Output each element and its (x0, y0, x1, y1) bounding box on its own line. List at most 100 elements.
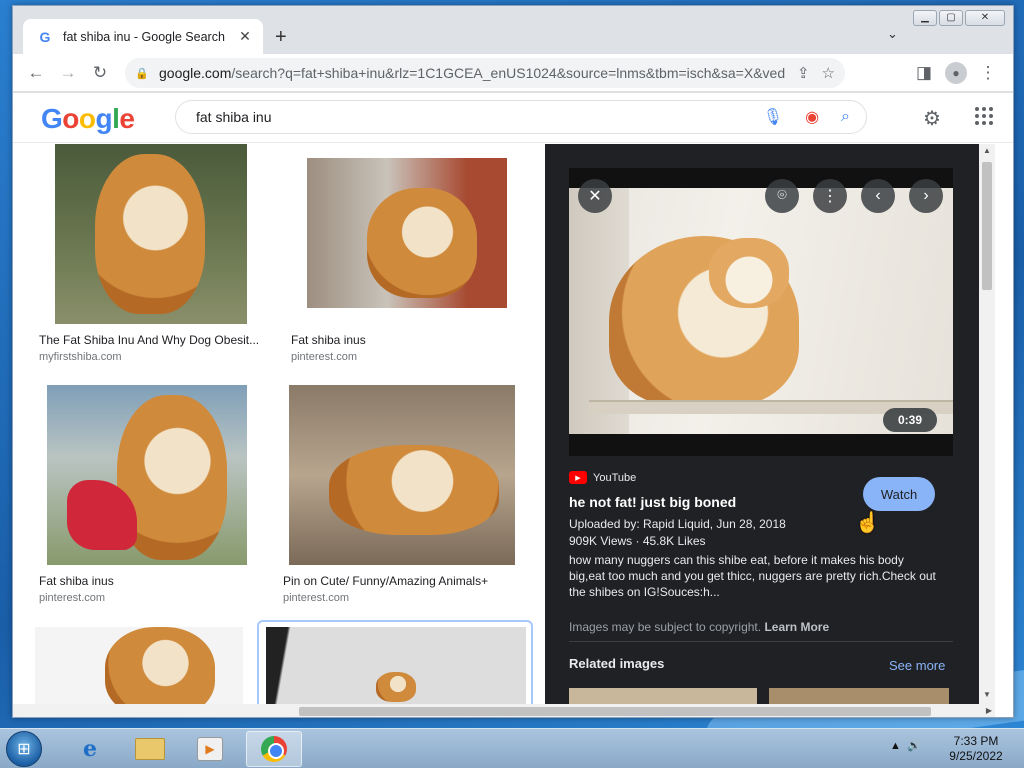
url-path: /search?q=fat+shiba+inu&rlz=1C1GCEA_enUS… (231, 65, 785, 81)
google-header: Google fat shiba inu 🎙 ◉ ⌕ ⚙ (13, 93, 1013, 143)
logo-letter: G (41, 103, 63, 134)
chrome-logo (261, 736, 287, 762)
image-result-card[interactable]: Fat shiba inus pinterest.com (35, 385, 271, 615)
preview-title[interactable]: he not fat! just big boned (569, 494, 736, 510)
search-query[interactable]: fat shiba inu (196, 109, 741, 125)
video-preview[interactable]: ✕ ⌾ ⋮ ‹ › 0:39 (569, 168, 953, 456)
more-options-icon[interactable]: ⋮ (813, 179, 847, 213)
result-title: The Fat Shiba Inu And Why Dog Obesit... (39, 333, 260, 347)
chrome-taskbar-icon[interactable] (246, 731, 302, 767)
gear-icon[interactable]: ⚙ (923, 106, 941, 131)
previous-chevron-icon[interactable]: ‹ (861, 179, 895, 213)
url-text: google.com/search?q=fat+shiba+inu&rlz=1C… (159, 65, 785, 81)
dog-shape (105, 627, 215, 704)
url-host: google.com (159, 65, 232, 81)
next-chevron-icon[interactable]: › (909, 179, 943, 213)
folder-shape (135, 738, 165, 760)
related-images-heading: Related images (569, 656, 665, 671)
browser-tab[interactable]: G fat shiba inu - Google Search ✕ (23, 19, 263, 54)
google-g-icon: G (39, 28, 51, 45)
scroll-down-arrow-icon[interactable]: ▼ (979, 690, 995, 699)
microphone-icon[interactable]: 🎙 (763, 107, 783, 127)
show-hidden-icons-icon[interactable]: ▲ (890, 740, 901, 752)
close-icon[interactable]: ✕ (578, 179, 612, 213)
reload-icon[interactable]: ↻ (87, 60, 113, 86)
taskbar-clock[interactable]: 7:33 PM 9/25/2022 (936, 734, 1016, 764)
dog-head-shape (709, 238, 789, 308)
video-duration: 0:39 (883, 408, 937, 432)
apps-grid-icon[interactable] (975, 107, 993, 125)
search-page: Google fat shiba inu 🎙 ◉ ⌕ ⚙ The Fat Shi… (13, 93, 1013, 717)
share-icon[interactable]: ⇪ (797, 64, 810, 82)
tab-strip: G fat shiba inu - Google Search ✕ + ⌄ ▁ … (13, 6, 1013, 54)
youtube-play-icon: ▶ (569, 471, 587, 484)
result-source: pinterest.com (283, 592, 350, 604)
search-icon[interactable]: ⌕ (841, 108, 850, 126)
image-result-card[interactable]: The Fat Shiba Inu And Why Dog Obesit... … (35, 144, 271, 374)
hand-cursor-icon: ☝ (855, 512, 880, 534)
browser-window: G fat shiba inu - Google Search ✕ + ⌄ ▁ … (12, 5, 1014, 718)
lens-camera-icon[interactable]: ◉ (805, 107, 819, 127)
address-bar[interactable]: 🔒 google.com/search?q=fat+shiba+inu&rlz=… (125, 58, 845, 88)
minimize-button[interactable]: ▁ (913, 10, 937, 26)
back-arrow-icon[interactable]: ← (23, 60, 49, 86)
media-player-icon[interactable]: ▶ (182, 731, 238, 767)
related-thumbnail[interactable] (769, 688, 949, 704)
scroll-up-arrow-icon[interactable]: ▲ (979, 146, 995, 155)
lens-search-icon[interactable]: ⌾ (765, 179, 799, 213)
dog-shape (367, 188, 477, 298)
result-title: Pin on Cute/ Funny/Amazing Animals+ (283, 574, 489, 588)
file-explorer-icon[interactable] (122, 731, 178, 767)
image-result-card[interactable] (35, 627, 271, 704)
image-result-card[interactable]: Fat shiba inus pinterest.com (287, 144, 527, 374)
logo-letter: g (95, 103, 113, 134)
close-window-button[interactable]: ✕ (965, 10, 1005, 26)
horizontal-scrollbar[interactable]: ▶ (13, 704, 997, 717)
browser-toolbar: ← → ↻ 🔒 google.com/search?q=fat+shiba+in… (13, 54, 1013, 92)
bookmark-star-icon[interactable]: ☆ (822, 64, 835, 82)
search-box[interactable]: fat shiba inu 🎙 ◉ ⌕ (175, 100, 867, 134)
copyright-text: Images may be subject to copyright. (569, 620, 762, 634)
see-more-link[interactable]: See more (889, 658, 945, 673)
dog-shape (329, 445, 499, 535)
result-thumbnail (47, 385, 247, 565)
result-thumbnail (289, 385, 515, 565)
maximize-button[interactable]: ▢ (939, 10, 963, 26)
upload-info: Uploaded by: Rapid Liquid, Jun 28, 2018 (569, 517, 786, 531)
view-stats: 909K Views · 45.8K Likes (569, 534, 706, 548)
vertical-scrollbar[interactable]: ▲ ▼ (979, 144, 995, 704)
logo-letter: o (62, 103, 79, 134)
image-result-card-selected[interactable] (257, 620, 533, 704)
result-source: pinterest.com (39, 592, 106, 604)
result-thumbnail (35, 627, 243, 704)
image-results-grid: The Fat Shiba Inu And Why Dog Obesit... … (13, 144, 545, 704)
horizontal-scroll-thumb[interactable] (299, 707, 931, 716)
side-panel-icon[interactable]: ◨ (911, 60, 937, 86)
forward-arrow-icon[interactable]: → (55, 60, 81, 86)
result-thumbnail (55, 144, 247, 324)
copyright-notice: Images may be subject to copyright. Lear… (569, 620, 829, 634)
start-button[interactable]: ⊞ (6, 731, 42, 767)
vertical-scroll-thumb[interactable] (982, 162, 992, 290)
speaker-icon[interactable]: 🔊 (907, 740, 921, 752)
internet-explorer-icon[interactable]: e (62, 731, 118, 767)
source-row[interactable]: ▶ YouTube (569, 471, 636, 484)
learn-more-link[interactable]: Learn More (764, 620, 829, 634)
new-tab-button[interactable]: + (275, 26, 287, 49)
window-controls: ▁ ▢ ✕ (913, 10, 1005, 26)
related-thumbnail[interactable] (569, 688, 757, 704)
divider (569, 641, 953, 642)
tab-close-icon[interactable]: ✕ (237, 28, 253, 45)
watch-button[interactable]: Watch (863, 477, 935, 511)
scroll-right-arrow-icon[interactable]: ▶ (981, 706, 997, 715)
result-thumbnail (307, 158, 507, 308)
tab-search-chevron-icon[interactable]: ⌄ (887, 26, 898, 42)
clock-time: 7:33 PM (953, 734, 999, 748)
result-thumbnail (266, 627, 526, 704)
dog-shape (376, 672, 416, 702)
result-source: myfirstshiba.com (39, 351, 122, 363)
profile-button[interactable]: ● (943, 60, 969, 86)
chrome-menu-icon[interactable]: ⋮ (975, 60, 1001, 86)
google-logo[interactable]: Google (41, 103, 135, 135)
image-result-card[interactable]: Pin on Cute/ Funny/Amazing Animals+ pint… (279, 385, 529, 615)
